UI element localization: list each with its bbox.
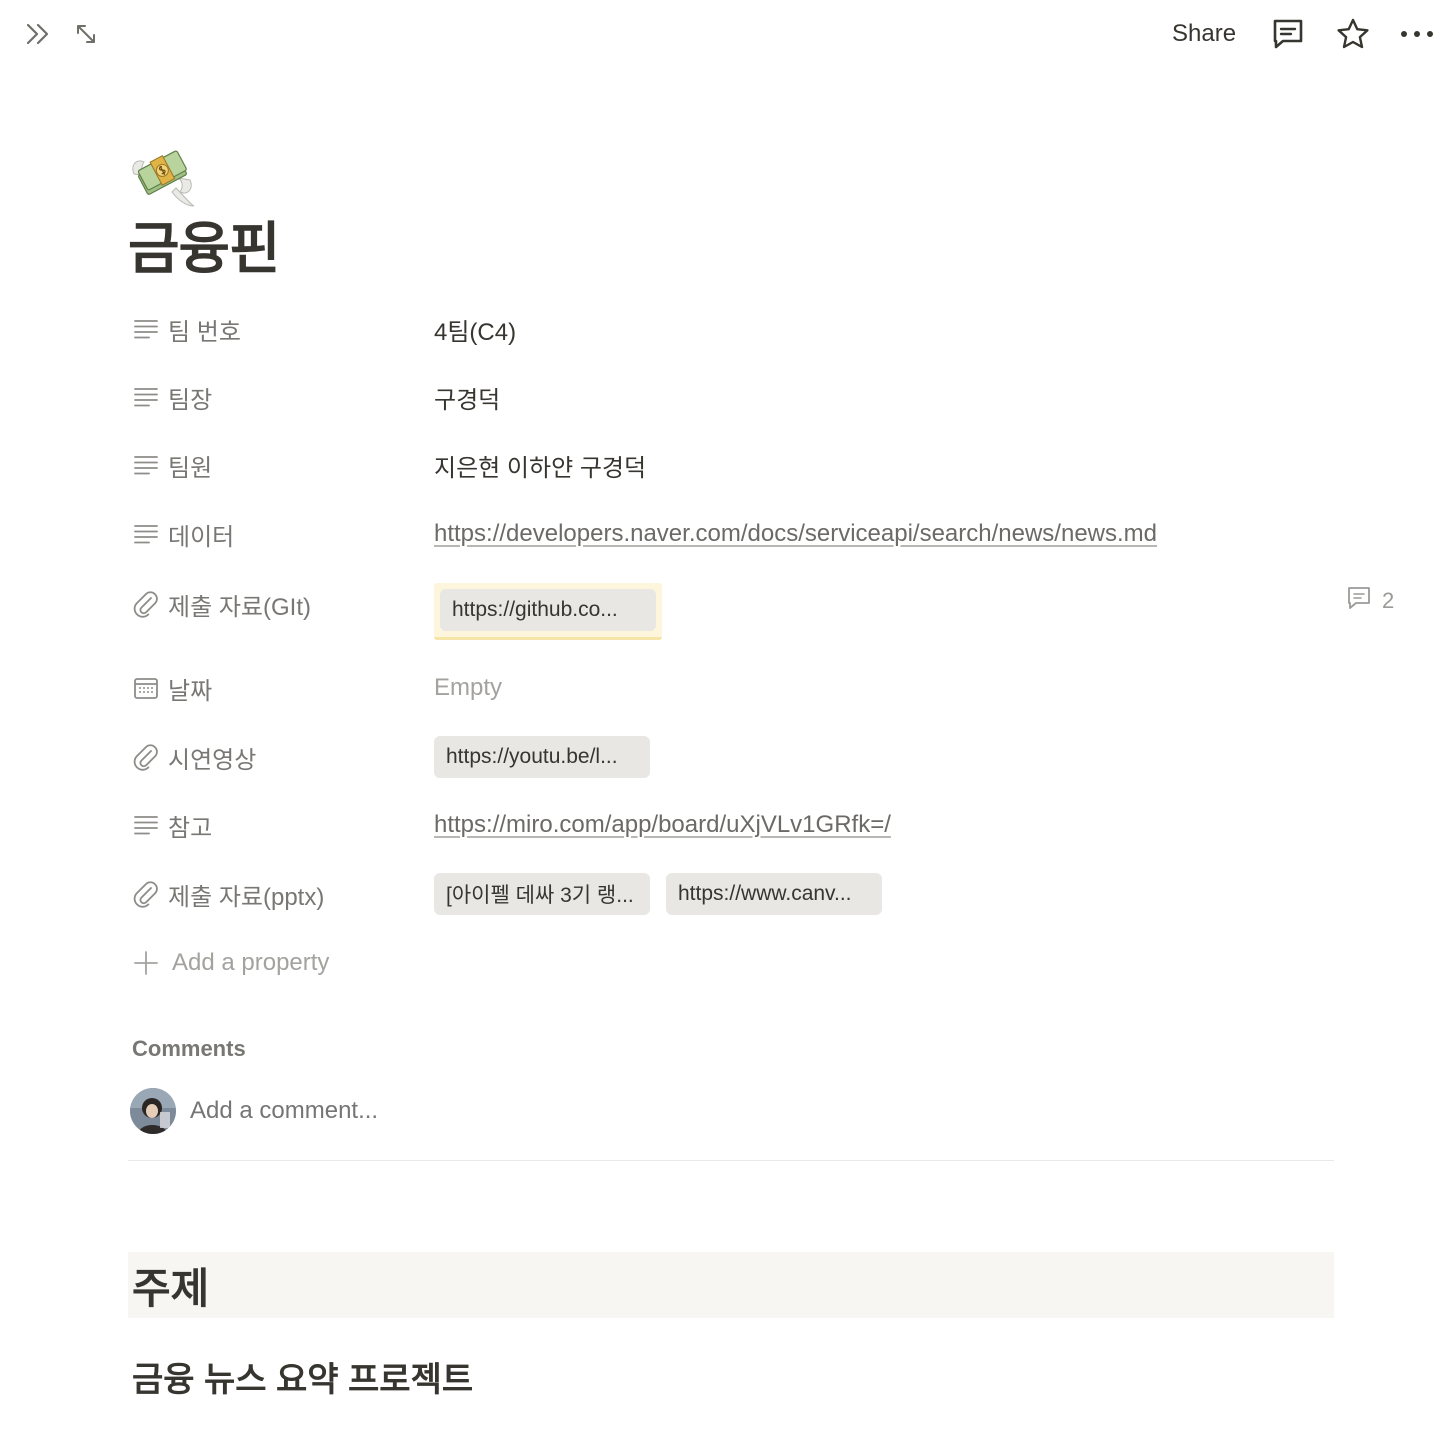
avatar (130, 1088, 176, 1134)
comment-icon (1346, 586, 1372, 616)
heading-1-text: 주제 (132, 1264, 210, 1312)
add-property-label: Add a property (172, 949, 330, 976)
property-row-team-number: 팀 번호 4팀(C4) (128, 301, 1408, 357)
property-name[interactable]: 팀원 (128, 437, 418, 493)
add-property-button[interactable]: Add a property (128, 940, 329, 986)
comment-count-badge[interactable]: 2 (1346, 586, 1394, 616)
property-value-container: https://github.co... (434, 580, 662, 642)
reference-link[interactable]: https://miro.com/app/board/uXjVLv1GRfk=/ (434, 811, 891, 839)
file-chip[interactable]: https://www.canv... (666, 873, 882, 915)
property-label: 데이터 (168, 523, 235, 551)
comment-composer (130, 1088, 790, 1134)
property-name[interactable]: 팀 번호 (128, 301, 418, 357)
property-row-submission-pptx: 제출 자료(pptx) [아이펠 데싸 3기 랭... https://www.… (128, 866, 1408, 922)
money-with-wings-emoji[interactable] (128, 144, 196, 208)
file-chip[interactable]: https://github.co... (440, 588, 656, 631)
property-label: 팀장 (168, 386, 213, 414)
data-link[interactable]: https://developers.naver.com/docs/servic… (434, 520, 1157, 548)
comment-icon[interactable] (1266, 14, 1310, 54)
page-title[interactable]: 금융핀 (128, 214, 281, 284)
property-label: 날짜 (168, 677, 213, 705)
text-lines-icon (128, 379, 164, 415)
property-value-container: https://youtu.be/l... (434, 729, 666, 785)
property-value-container: https://miro.com/app/board/uXjVLv1GRfk=/ (434, 797, 891, 853)
star-icon[interactable] (1332, 14, 1374, 54)
text-lines-icon (128, 311, 164, 347)
divider (128, 1160, 1334, 1161)
property-name[interactable]: 시연영상 (128, 729, 418, 785)
property-name[interactable]: 데이터 (128, 506, 418, 562)
comment-highlight: https://github.co... (434, 582, 662, 640)
plus-icon (128, 945, 164, 981)
property-value[interactable]: 지은현 이하얀 구경덕 (434, 437, 646, 493)
property-name[interactable]: 참고 (128, 797, 418, 853)
property-value-empty[interactable]: Empty (434, 660, 502, 716)
heading-2-block[interactable]: 금융 뉴스 요약 프로젝트 (132, 1352, 473, 1401)
calendar-icon (128, 670, 164, 706)
paperclip-icon (128, 586, 164, 622)
share-button[interactable]: Share (1162, 14, 1246, 54)
double-chevron-right-icon[interactable] (20, 16, 56, 52)
property-row-submission-git: 제출 자료(GIt) https://github.co... (128, 578, 1408, 640)
text-lines-icon (128, 516, 164, 552)
top-bar: Share (0, 0, 1452, 68)
property-value[interactable]: 구경덕 (434, 369, 500, 425)
property-row-demo-video: 시연영상 https://youtu.be/l... (128, 729, 1408, 785)
property-name[interactable]: 제출 자료(GIt) (128, 578, 418, 630)
expand-icon[interactable] (68, 16, 104, 52)
property-name[interactable]: 날짜 (128, 660, 418, 716)
file-chip[interactable]: https://youtu.be/l... (434, 736, 650, 778)
file-chip[interactable]: [아이펠 데싸 3기 랭... (434, 873, 650, 915)
property-value-container: [아이펠 데싸 3기 랭... https://www.canv... (434, 866, 898, 922)
comment-count: 2 (1382, 588, 1395, 613)
text-lines-icon (128, 807, 164, 843)
heading-1-block[interactable]: 주제 (128, 1252, 1334, 1318)
property-label: 참고 (168, 814, 213, 842)
property-row-team-leader: 팀장 구경덕 (128, 369, 1408, 425)
paperclip-icon (128, 876, 164, 912)
more-icon[interactable] (1396, 14, 1438, 54)
property-row-team-members: 팀원 지은현 이하얀 구경덕 (128, 437, 1408, 493)
property-label: 제출 자료(GIt) (168, 593, 311, 621)
property-label: 팀원 (168, 454, 213, 482)
property-name[interactable]: 제출 자료(pptx) (128, 866, 418, 922)
property-value-container: https://developers.naver.com/docs/servic… (434, 506, 1157, 562)
text-lines-icon (128, 447, 164, 483)
property-label: 시연영상 (168, 746, 257, 774)
paperclip-icon (128, 739, 164, 775)
property-value[interactable]: 4팀(C4) (434, 301, 516, 357)
comment-input[interactable] (190, 1097, 790, 1125)
property-label: 팀 번호 (168, 318, 241, 346)
property-label: 제출 자료(pptx) (168, 883, 325, 911)
property-row-data: 데이터 https://developers.naver.com/docs/se… (128, 506, 1408, 562)
property-name[interactable]: 팀장 (128, 369, 418, 425)
property-row-date: 날짜 Empty (128, 660, 1408, 716)
comments-heading: Comments (132, 1036, 246, 1061)
property-row-reference: 참고 https://miro.com/app/board/uXjVLv1GRf… (128, 797, 1408, 853)
